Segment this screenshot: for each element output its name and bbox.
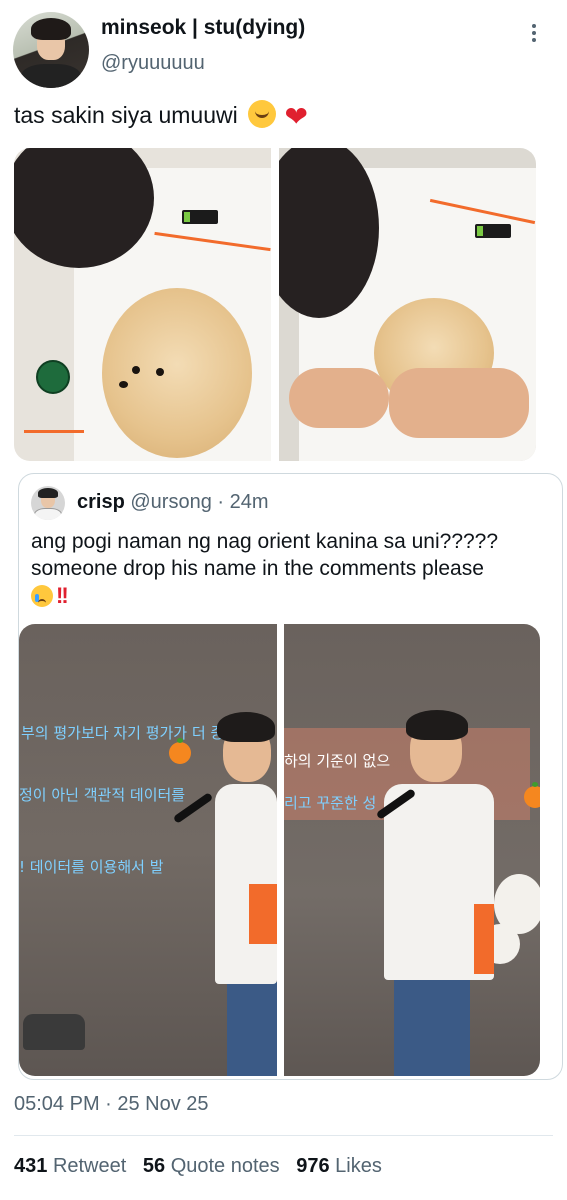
quoted-post-meta: crisp @ursong · 24m bbox=[77, 491, 269, 514]
avatar-hair bbox=[31, 18, 71, 40]
orange-fruit-icon bbox=[169, 738, 191, 764]
slide-text-line: 부의 평가보다 자기 평가가 더 중요 bbox=[21, 724, 239, 742]
divider bbox=[14, 1135, 553, 1136]
post-media-grid bbox=[14, 148, 536, 461]
engagement-stats: 431 Retweet 56 Quote notes 976 Likes bbox=[14, 1155, 393, 1178]
quoted-author-name[interactable]: crisp bbox=[77, 491, 125, 513]
pomeranian-dog bbox=[102, 288, 252, 458]
quotes-count: 56 bbox=[142, 1155, 166, 1177]
quotes-label: Quote notes bbox=[170, 1155, 280, 1177]
likes-count: 976 bbox=[296, 1155, 330, 1177]
post-header: minseok | stu(dying) @ryuuuuuu bbox=[13, 12, 553, 88]
monster-logo-icon bbox=[475, 224, 511, 238]
photo-speaker-right[interactable]: 하의 기준이 없으 리고 꾸준한 성 bbox=[284, 624, 540, 1076]
team-badge-icon bbox=[36, 360, 70, 394]
quoted-author-avatar[interactable] bbox=[31, 486, 65, 520]
post-text: tas sakin siya umuuwi ❤ bbox=[14, 100, 308, 133]
slide-text-line: ! 데이터를 이용해서 발 bbox=[19, 858, 164, 876]
author-handle[interactable]: @ryuuuuuu bbox=[101, 52, 205, 75]
quoted-post-time: 24m bbox=[229, 491, 269, 513]
retweets-stat[interactable]: 431 Retweet bbox=[14, 1155, 126, 1178]
more-options-icon[interactable] bbox=[529, 22, 539, 48]
slide-text-line: 정이 아닌 객관적 데이터를 bbox=[19, 786, 186, 804]
post-timestamp[interactable]: 05:04 PM · 25 Nov 25 bbox=[14, 1093, 209, 1116]
quoted-text-line1: ang pogi naman ng nag orient kanina sa u… bbox=[31, 530, 499, 553]
monster-logo-icon bbox=[182, 210, 218, 224]
photo-speaker-left[interactable]: 부의 평가보다 자기 평가가 더 중요 정이 아닌 객관적 데이터를 ! 데이터… bbox=[19, 624, 277, 1076]
quoted-post-text: ang pogi naman ng nag orient kanina sa u… bbox=[31, 528, 551, 610]
quoted-text-line2: someone drop his name in the comments pl… bbox=[31, 557, 484, 580]
chair bbox=[23, 1014, 85, 1050]
quoted-post[interactable]: crisp @ursong · 24m ang pogi naman ng na… bbox=[18, 473, 563, 1080]
quoted-media-grid: 부의 평가보다 자기 평가가 더 중요 정이 아닌 객관적 데이터를 ! 데이터… bbox=[19, 624, 562, 1076]
red-heart-icon: ❤ bbox=[284, 101, 308, 132]
hugging-face-icon bbox=[248, 100, 277, 128]
slide-text-line: 하의 기준이 없으 bbox=[284, 752, 391, 770]
crying-face-icon bbox=[31, 585, 53, 607]
author-avatar[interactable] bbox=[13, 12, 89, 88]
author-display-name[interactable]: minseok | stu(dying) bbox=[101, 16, 305, 40]
post-text-body: tas sakin siya umuuwi bbox=[14, 102, 238, 128]
likes-label: Likes bbox=[335, 1155, 382, 1177]
likes-stat[interactable]: 976 Likes bbox=[296, 1155, 382, 1178]
orange-fruit-icon bbox=[524, 782, 540, 808]
quotes-stat[interactable]: 56 Quote notes bbox=[143, 1155, 280, 1178]
photo-person-with-pomeranian[interactable] bbox=[14, 148, 271, 461]
retweets-count: 431 bbox=[14, 1155, 48, 1177]
retweets-label: Retweet bbox=[52, 1155, 127, 1177]
meta-separator: · bbox=[217, 491, 225, 513]
quoted-text-emojis: !! bbox=[31, 582, 551, 610]
double-exclamation-icon: !! bbox=[56, 583, 69, 608]
avatar-shirt bbox=[21, 64, 81, 88]
photo-person-holding-pomeranian[interactable] bbox=[279, 148, 536, 461]
quoted-author-handle[interactable]: @ursong bbox=[130, 491, 211, 513]
slide-text-line: 리고 꾸준한 성 bbox=[284, 794, 377, 812]
